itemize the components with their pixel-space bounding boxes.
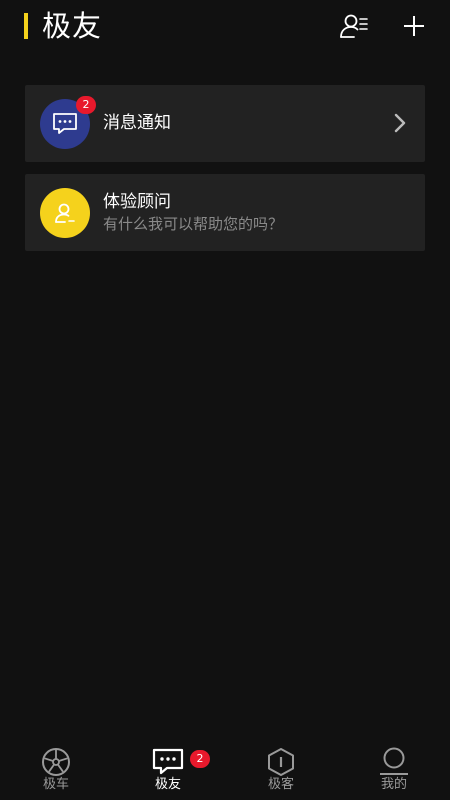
advisor-avatar <box>40 188 90 238</box>
nav-friends-badge: 2 <box>190 750 210 768</box>
plus-icon <box>404 16 424 36</box>
nav-item-car[interactable]: 极车 <box>0 740 112 800</box>
chat-bubble-icon <box>53 113 77 134</box>
nav-item-friends[interactable]: 2 极友 <box>112 740 224 800</box>
bottom-nav: 极车 2 极友 极客 我的 <box>0 740 450 800</box>
notifications-badge: 2 <box>76 96 96 114</box>
nav-item-mine[interactable]: 我的 <box>338 740 450 800</box>
nav-item-geek[interactable]: 极客 <box>225 740 337 800</box>
chat-bubble-icon <box>152 748 184 775</box>
notifications-title: 消息通知 <box>103 113 171 133</box>
profile-icon <box>380 747 408 775</box>
notifications-card[interactable]: 2 消息通知 <box>25 85 425 162</box>
nav-label-geek: 极客 <box>267 777 294 792</box>
nav-label-mine: 我的 <box>380 777 407 792</box>
app-screen: 极友 2 消息通知 体验顾问 有什么我可以帮助您的吗？ 极车 2 极友 极客 我… <box>0 0 450 800</box>
advisor-subtitle: 有什么我可以帮助您的吗？ <box>103 215 284 233</box>
header: 极友 <box>0 0 450 56</box>
add-button[interactable] <box>398 10 430 42</box>
advisor-card[interactable]: 体验顾问 有什么我可以帮助您的吗？ <box>25 174 425 251</box>
hexagon-icon <box>268 748 294 776</box>
wheel-icon <box>42 748 70 776</box>
person-icon <box>55 203 75 223</box>
contacts-button[interactable] <box>338 10 370 42</box>
advisor-title: 体验顾问 <box>103 192 171 212</box>
contacts-list-icon <box>340 14 368 38</box>
chevron-right-icon <box>394 113 406 133</box>
page-title: 极友 <box>42 9 103 43</box>
nav-label-car: 极车 <box>42 777 69 792</box>
nav-label-friends: 极友 <box>154 777 181 792</box>
title-accent-bar <box>24 13 28 39</box>
